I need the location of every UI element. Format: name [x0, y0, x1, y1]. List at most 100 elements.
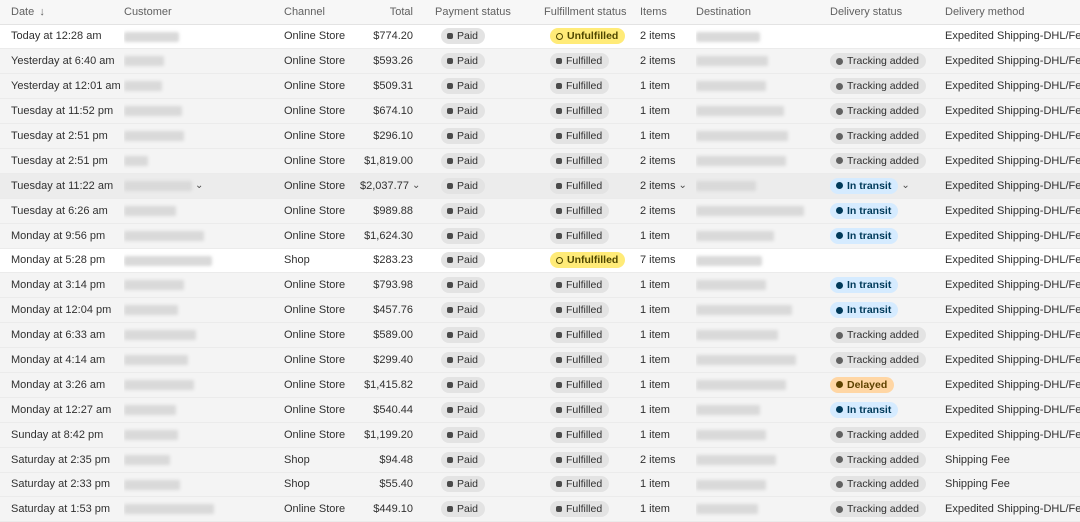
table-row[interactable]: Monday at 3:26 am Online Store $1,415.82 Pa… — [0, 372, 1080, 398]
chevron-down-icon[interactable]: ⌄ — [901, 180, 909, 191]
table-row[interactable]: Yesterday at 12:01 am Online Store $509.31… — [0, 73, 1080, 100]
item-count: 1 item — [640, 229, 670, 242]
payment-status-cell: Paid — [435, 496, 544, 522]
delivery-status-badge: Tracking added — [830, 152, 926, 169]
payment-status-badge: Paid — [441, 327, 486, 344]
customer-cell[interactable] — [124, 272, 284, 299]
order-date: Sunday at 8:42 pm — [0, 422, 124, 448]
column-header-date[interactable]: Date ↓ — [0, 0, 124, 25]
delivery-method: Expedited Shipping-DHL/FedEX/... — [945, 254, 1080, 267]
items-cell[interactable]: 2 items — [640, 148, 696, 174]
table-row[interactable]: Monday at 4:14 am Online Store $299.40 Paid… — [0, 347, 1080, 373]
items-cell[interactable]: 1 item — [640, 272, 696, 299]
items-cell[interactable]: 1 item — [640, 397, 696, 423]
customer-cell[interactable] — [124, 447, 284, 473]
customer-cell[interactable] — [124, 248, 284, 274]
payment-status-badge-label: Paid — [457, 478, 479, 491]
table-row[interactable]: Saturday at 2:33 pm Shop $55.40 Paid Fulfill… — [0, 472, 1080, 498]
fulfillment-status-badge-label: Fulfilled — [566, 204, 603, 217]
customer-cell[interactable] — [124, 73, 284, 100]
customer-name-redacted — [124, 404, 176, 415]
items-cell[interactable]: 1 item — [640, 347, 696, 373]
customer-cell[interactable] — [124, 297, 284, 324]
table-row[interactable]: Monday at 12:27 am Online Store $540.44 Pai… — [0, 397, 1080, 423]
customer-cell[interactable] — [124, 347, 284, 373]
table-row[interactable]: Tuesday at 6:26 am Online Store $989.88 Pai… — [0, 198, 1080, 224]
customer-cell[interactable] — [124, 24, 284, 50]
chevron-down-icon[interactable]: ⌄ — [412, 180, 420, 191]
table-row[interactable]: Sunday at 8:42 pm Online Store $1,199.20 Pa… — [0, 422, 1080, 448]
customer-cell[interactable] — [124, 422, 284, 448]
customer-cell[interactable] — [124, 98, 284, 125]
items-cell[interactable]: 2 items — [640, 198, 696, 224]
items-cell[interactable]: 1 item — [640, 372, 696, 398]
items-cell[interactable]: 2 items — [640, 48, 696, 75]
item-count: 2 items — [640, 55, 676, 68]
customer-cell[interactable] — [124, 397, 284, 423]
items-cell[interactable]: 1 item — [640, 496, 696, 522]
item-count: 7 items — [640, 254, 676, 267]
customer-cell[interactable] — [124, 372, 284, 398]
items-cell[interactable]: 1 item — [640, 73, 696, 100]
item-count: 1 item — [640, 80, 670, 93]
table-row[interactable]: Tuesday at 11:22 am ⌄ Online Store $2,037.7… — [0, 173, 1080, 199]
order-total: $299.40 — [373, 354, 413, 367]
items-cell[interactable]: 1 item — [640, 322, 696, 349]
items-cell[interactable]: 1 item — [640, 472, 696, 498]
table-row[interactable]: Saturday at 2:35 pm Shop $94.48 Paid Fulfill… — [0, 447, 1080, 473]
fulfillment-status-dot-icon — [556, 182, 562, 189]
items-cell[interactable]: 2 items ⌄ — [640, 173, 696, 199]
delivery-method: Expedited Shipping-DHL/FedEX/... — [945, 154, 1080, 167]
table-row[interactable]: Monday at 12:04 pm Online Store $457.76 Pai… — [0, 297, 1080, 324]
table-row[interactable]: Monday at 5:28 pm Shop $283.23 Paid Unfulfil… — [0, 248, 1080, 274]
customer-cell[interactable] — [124, 48, 284, 75]
order-total: $1,199.20 — [364, 428, 413, 441]
customer-name-redacted — [124, 355, 188, 366]
sort-down-icon[interactable]: ↓ — [39, 6, 45, 18]
customer-cell[interactable] — [124, 472, 284, 498]
customer-cell[interactable] — [124, 123, 284, 149]
items-cell[interactable]: 2 items — [640, 24, 696, 50]
delivery-status-dot-icon — [836, 381, 843, 389]
items-cell[interactable]: 1 item — [640, 422, 696, 448]
customer-cell[interactable] — [124, 223, 284, 249]
delivery-status-cell: Tracking added — [830, 322, 945, 349]
chevron-down-icon[interactable]: ⌄ — [195, 180, 203, 191]
items-cell[interactable]: 2 items — [640, 447, 696, 473]
order-channel: Shop — [284, 472, 360, 498]
customer-cell[interactable] — [124, 148, 284, 174]
fulfillment-status-badge-label: Unfulfilled — [567, 254, 619, 267]
items-cell[interactable]: 1 item — [640, 123, 696, 149]
payment-status-badge: Paid — [441, 53, 486, 70]
items-cell[interactable]: 7 items — [640, 248, 696, 274]
fulfillment-status-badge: Fulfilled — [550, 476, 610, 493]
table-row[interactable]: Monday at 3:14 pm Online Store $793.98 Paid… — [0, 272, 1080, 299]
payment-status-badge-label: Paid — [457, 179, 479, 192]
table-row[interactable]: Monday at 9:56 pm Online Store $1,624.30 Pa… — [0, 223, 1080, 249]
table-row[interactable]: Tuesday at 2:51 pm Online Store $296.10 Pai… — [0, 123, 1080, 149]
items-cell[interactable]: 1 item — [640, 297, 696, 324]
items-cell[interactable]: 1 item — [640, 98, 696, 125]
table-row[interactable]: Today at 12:28 am Online Store $774.20 Paid… — [0, 24, 1080, 50]
delivery-status-badge-label: In transit — [847, 304, 892, 317]
payment-status-cell: Paid — [435, 347, 544, 373]
table-row[interactable]: Yesterday at 6:40 am Online Store $593.26 P… — [0, 48, 1080, 75]
order-channel: Online Store — [284, 223, 360, 249]
fulfillment-status-dot-icon — [556, 32, 563, 40]
delivery-method-cell: Expedited Shipping-DHL/FedEX/... — [945, 123, 1080, 149]
customer-cell[interactable] — [124, 322, 284, 349]
customer-cell[interactable]: ⌄ — [124, 173, 284, 199]
chevron-down-icon[interactable]: ⌄ — [678, 180, 686, 191]
order-date: Monday at 6:33 am — [0, 322, 124, 349]
item-count: 1 item — [640, 428, 670, 441]
table-row[interactable]: Tuesday at 2:51 pm Online Store $1,819.00 P… — [0, 148, 1080, 174]
table-row[interactable]: Tuesday at 11:52 pm Online Store $674.10 Pa… — [0, 98, 1080, 125]
column-header-date-label: Date — [11, 5, 35, 18]
table-row[interactable]: Monday at 6:33 am Online Store $589.00 Paid… — [0, 322, 1080, 349]
customer-cell[interactable] — [124, 496, 284, 522]
payment-status-cell: Paid — [435, 98, 544, 125]
payment-status-cell: Paid — [435, 48, 544, 75]
items-cell[interactable]: 1 item — [640, 223, 696, 249]
customer-cell[interactable] — [124, 198, 284, 224]
table-row[interactable]: Saturday at 1:53 pm Online Store $449.10 Pa… — [0, 496, 1080, 522]
